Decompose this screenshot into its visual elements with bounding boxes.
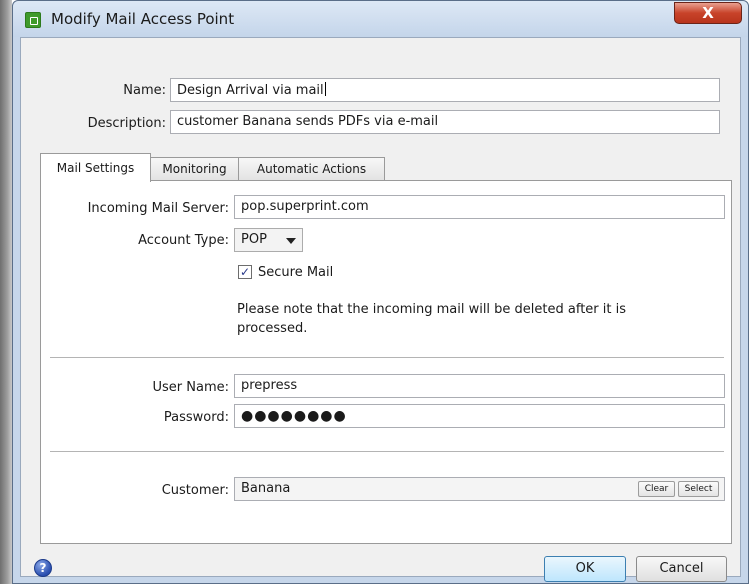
- ok-button[interactable]: OK: [544, 556, 626, 582]
- username-value: prepress: [241, 378, 298, 393]
- account-type-select[interactable]: POP: [234, 228, 303, 252]
- name-label: Name:: [123, 83, 166, 98]
- deletion-note-line1: Please note that the incoming mail will …: [237, 302, 627, 317]
- password-label: Password:: [163, 410, 229, 425]
- password-value: ●●●●●●●●: [241, 408, 347, 424]
- tab-strip: Mail Settings Monitoring Automatic Actio…: [40, 153, 732, 182]
- close-button[interactable]: X: [674, 2, 742, 24]
- secure-mail-checkbox[interactable]: ✓: [238, 265, 252, 279]
- description-label: Description:: [87, 116, 166, 131]
- username-input[interactable]: prepress: [234, 374, 725, 398]
- select-customer-button[interactable]: Select: [678, 481, 719, 497]
- mail-settings-panel: Incoming Mail Server: pop.superprint.com…: [40, 180, 732, 544]
- text-caret: [324, 82, 326, 96]
- checkmark-icon: ✓: [239, 265, 251, 279]
- password-input[interactable]: ●●●●●●●●: [234, 404, 725, 428]
- customer-label: Customer:: [161, 483, 229, 498]
- account-type-label: Account Type:: [138, 233, 229, 248]
- deletion-note-line2: processed.: [237, 321, 308, 336]
- username-label: User Name:: [152, 380, 230, 395]
- name-input-value: Design Arrival via mail: [177, 83, 324, 98]
- description-input[interactable]: customer Banana sends PDFs via e-mail: [170, 110, 720, 134]
- tab-mail-settings[interactable]: Mail Settings: [40, 153, 151, 182]
- incoming-server-value: pop.superprint.com: [241, 199, 369, 214]
- separator: [50, 451, 724, 452]
- tab-monitoring[interactable]: Monitoring: [150, 157, 239, 181]
- tab-automatic-actions[interactable]: Automatic Actions: [238, 157, 385, 181]
- window-title: Modify Mail Access Point: [51, 10, 235, 28]
- dialog-window: Modify Mail Access Point X Name: Design …: [12, 0, 749, 584]
- clear-customer-button[interactable]: Clear: [638, 481, 675, 497]
- help-icon[interactable]: ?: [34, 559, 52, 577]
- customer-value: Banana: [241, 481, 291, 496]
- name-input[interactable]: Design Arrival via mail: [170, 78, 720, 102]
- incoming-server-input[interactable]: pop.superprint.com: [234, 195, 725, 219]
- background-window-edge: [0, 0, 12, 584]
- app-icon: [25, 12, 41, 28]
- cancel-button[interactable]: Cancel: [636, 556, 727, 582]
- account-type-value: POP: [241, 232, 267, 247]
- separator: [50, 357, 724, 358]
- title-bar[interactable]: Modify Mail Access Point X: [13, 1, 748, 37]
- chevron-down-icon: [286, 238, 296, 244]
- incoming-server-label: Incoming Mail Server:: [87, 201, 229, 216]
- description-input-value: customer Banana sends PDFs via e-mail: [177, 114, 439, 129]
- dialog-content: Name: Design Arrival via mail Descriptio…: [20, 37, 741, 582]
- secure-mail-label: Secure Mail: [258, 265, 334, 280]
